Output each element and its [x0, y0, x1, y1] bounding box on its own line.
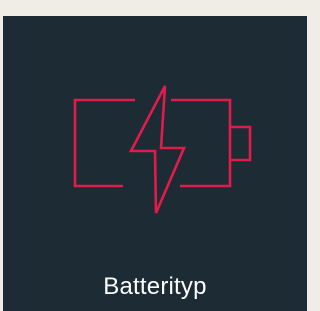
battery-terminal — [230, 125, 252, 162]
battery-body-left — [73, 98, 135, 188]
battery-charging-icon — [3, 16, 307, 236]
tile-label: Batterityp — [103, 273, 207, 300]
battery-type-tile[interactable]: Batterityp — [3, 16, 307, 311]
lightning-bolt — [128, 85, 186, 214]
battery-body-right — [171, 98, 232, 188]
page-background: Batterityp — [0, 0, 310, 311]
